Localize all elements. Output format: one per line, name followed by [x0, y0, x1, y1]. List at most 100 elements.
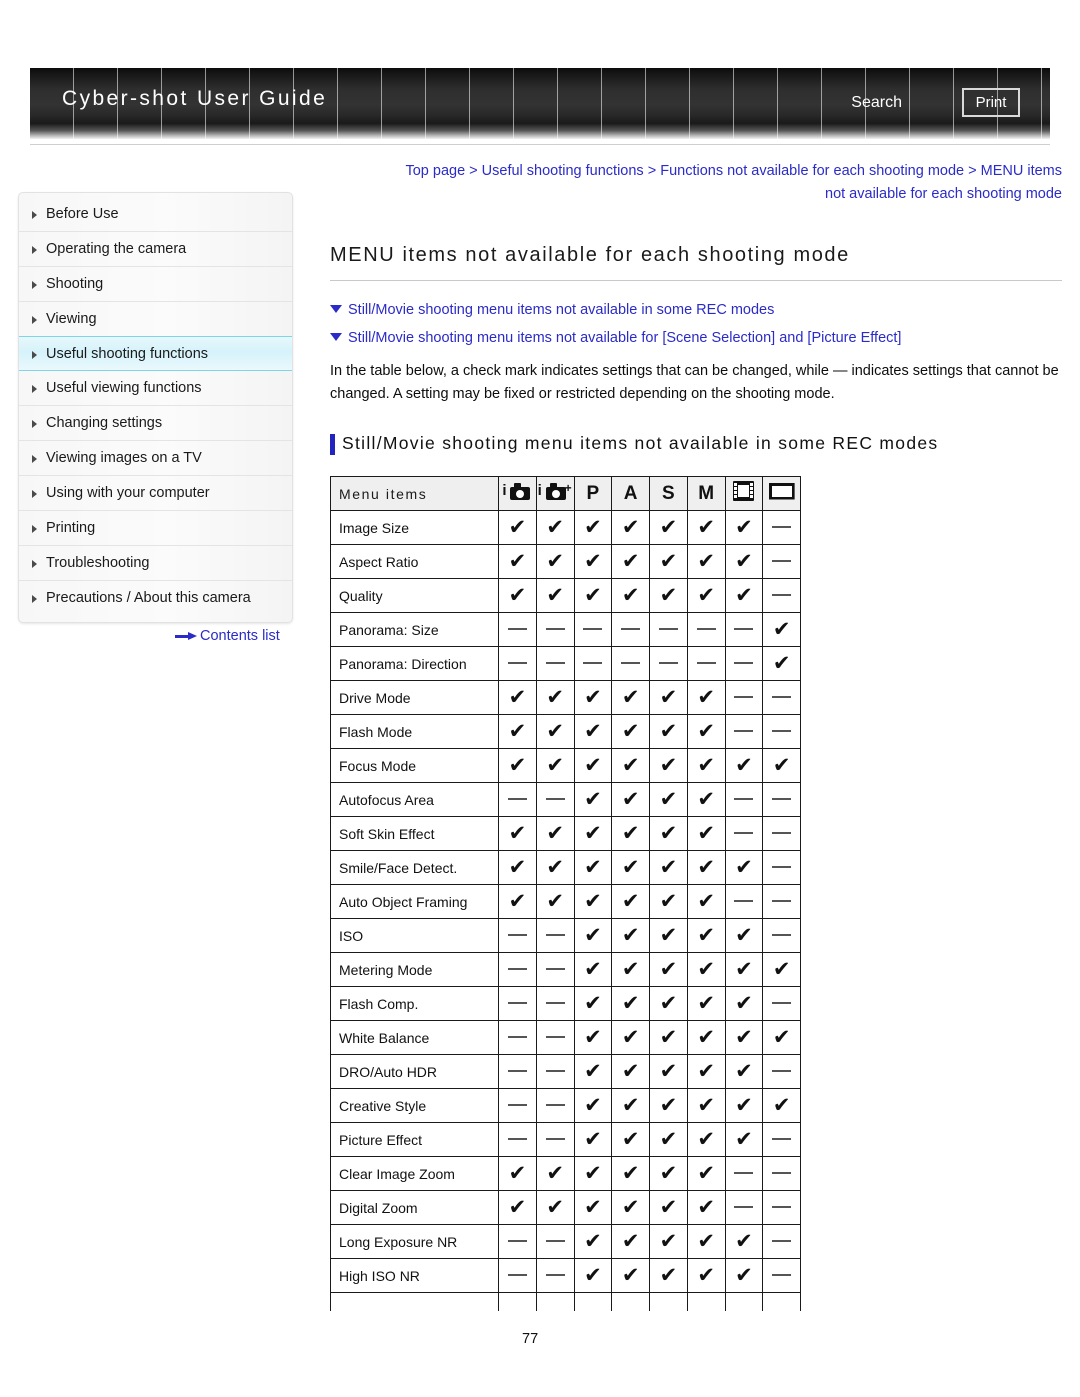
- sidebar-item-label: Useful shooting functions: [46, 346, 209, 362]
- contents-list-link[interactable]: Contents list: [175, 628, 280, 644]
- dash-icon: [507, 1274, 527, 1277]
- dash-icon: [772, 1002, 792, 1005]
- dash-icon: [507, 1104, 527, 1107]
- cell-available-check-icon: ✔: [724, 1122, 764, 1157]
- table-cell-clipped: [649, 1292, 688, 1311]
- sidebar-item-using-with-your-computer[interactable]: Using with your computer: [19, 476, 292, 511]
- sidebar-item-viewing[interactable]: Viewing: [19, 302, 292, 337]
- check-icon: ✔: [621, 752, 640, 777]
- table-row: Flash Comp. ✔ ✔ ✔ ✔ ✔: [330, 986, 801, 1021]
- sidebar-item-useful-shooting-functions[interactable]: Useful shooting functions: [19, 336, 292, 371]
- print-button[interactable]: Print: [962, 88, 1020, 117]
- cell-available-check-icon: ✔: [686, 714, 726, 749]
- cell-unavailable-dash-icon: [498, 1088, 537, 1123]
- sidebar-item-shooting[interactable]: Shooting: [19, 267, 292, 302]
- cell-available-check-icon: ✔: [649, 1088, 688, 1123]
- check-icon: ✔: [621, 1194, 640, 1219]
- cell-available-check-icon: ✔: [611, 680, 650, 715]
- dash-icon: [772, 1240, 792, 1243]
- cell-available-check-icon: ✔: [611, 986, 650, 1021]
- sidebar-item-troubleshooting[interactable]: Troubleshooting: [19, 546, 292, 581]
- check-icon: ✔: [697, 820, 715, 845]
- check-icon: ✔: [697, 1092, 715, 1117]
- jump-link-1[interactable]: Still/Movie shooting menu items not avai…: [330, 298, 1062, 322]
- page-root: Cyber-shot User Guide Search Print Befor…: [0, 0, 1080, 1397]
- cell-available-check-icon: ✔: [686, 1224, 726, 1259]
- check-icon: ✔: [659, 582, 678, 607]
- cell-available-check-icon: ✔: [535, 850, 575, 885]
- check-icon: ✔: [659, 752, 678, 777]
- sidebar-item-label: Shooting: [46, 276, 104, 292]
- check-icon: ✔: [772, 650, 791, 675]
- dash-icon: [507, 1070, 527, 1073]
- table-row: Quality ✔ ✔ ✔ ✔ ✔ ✔ ✔: [330, 578, 801, 613]
- dash-icon: [772, 696, 792, 699]
- dash-icon: [545, 1274, 565, 1277]
- dash-icon: [621, 628, 641, 631]
- cell-available-check-icon: ✔: [724, 1020, 764, 1055]
- check-icon: ✔: [508, 582, 527, 607]
- check-icon: ✔: [621, 718, 640, 743]
- cell-available-check-icon: ✔: [649, 884, 688, 919]
- dash-icon: [545, 1036, 565, 1039]
- sidebar-item-changing-settings[interactable]: Changing settings: [19, 406, 292, 441]
- column-header-manual-exposure: M: [686, 476, 726, 511]
- sidebar-item-precautions-about-this-camera[interactable]: Precautions / About this camera: [19, 581, 292, 616]
- cell-available-check-icon: ✔: [573, 918, 613, 953]
- aperture-priority-icon: A: [623, 483, 638, 504]
- cell-available-check-icon: ✔: [573, 1054, 613, 1089]
- check-icon: ✔: [659, 786, 678, 811]
- jump-link-2[interactable]: Still/Movie shooting menu items not avai…: [330, 326, 1062, 350]
- check-icon: ✔: [584, 1092, 602, 1117]
- cell-available-check-icon: ✔: [535, 578, 575, 613]
- sidebar-item-viewing-images-on-a-tv[interactable]: Viewing images on a TV: [19, 441, 292, 476]
- sidebar-item-printing[interactable]: Printing: [19, 511, 292, 546]
- row-label: Metering Mode: [330, 952, 499, 987]
- cell-unavailable-dash-icon: [573, 646, 613, 681]
- table-row: Focus Mode ✔ ✔ ✔ ✔ ✔ ✔ ✔ ✔: [330, 748, 801, 783]
- cell-available-check-icon: ✔: [573, 680, 613, 715]
- check-icon: ✔: [735, 1262, 753, 1287]
- sidebar-item-operating-the-camera[interactable]: Operating the camera: [19, 232, 292, 267]
- check-icon: ✔: [772, 956, 791, 981]
- row-label: Panorama: Direction: [330, 646, 499, 681]
- cell-available-check-icon: ✔: [573, 884, 613, 919]
- cell-available-check-icon: ✔: [649, 1156, 688, 1191]
- sidebar-item-before-use[interactable]: Before Use: [19, 197, 292, 232]
- cell-available-check-icon: ✔: [686, 1020, 726, 1055]
- check-icon: ✔: [735, 582, 753, 607]
- cell-unavailable-dash-icon: [762, 1054, 801, 1089]
- check-icon: ✔: [659, 1126, 678, 1151]
- check-icon: ✔: [659, 888, 678, 913]
- sidebar-item-useful-viewing-functions[interactable]: Useful viewing functions: [19, 371, 292, 406]
- cell-available-check-icon: ✔: [762, 952, 801, 987]
- check-icon: ✔: [772, 616, 791, 641]
- cell-available-check-icon: ✔: [686, 544, 726, 579]
- sidebar-item-label: Operating the camera: [46, 241, 187, 257]
- triangle-right-icon: [32, 351, 37, 359]
- cell-unavailable-dash-icon: [686, 612, 726, 647]
- breadcrumb-line-2[interactable]: not available for each shooting mode: [330, 183, 1062, 206]
- check-icon: ✔: [621, 514, 640, 539]
- sidebar-item-label: Printing: [46, 520, 96, 536]
- cell-unavailable-dash-icon: [498, 782, 537, 817]
- cell-available-check-icon: ✔: [498, 680, 537, 715]
- cell-unavailable-dash-icon: [762, 1156, 801, 1191]
- check-icon: ✔: [659, 684, 678, 709]
- cell-available-check-icon: ✔: [535, 1156, 575, 1191]
- row-label: Soft Skin Effect: [330, 816, 499, 851]
- check-icon: ✔: [621, 1058, 640, 1083]
- cell-unavailable-dash-icon: [724, 884, 764, 919]
- cell-unavailable-dash-icon: [762, 544, 801, 579]
- search-button[interactable]: Search: [851, 94, 902, 112]
- cell-unavailable-dash-icon: [535, 952, 575, 987]
- table-row: ISO ✔ ✔ ✔ ✔ ✔: [330, 918, 801, 953]
- breadcrumb-line-1[interactable]: Top page > Useful shooting functions > F…: [330, 160, 1062, 183]
- cell-available-check-icon: ✔: [535, 680, 575, 715]
- row-label: Creative Style: [330, 1088, 499, 1123]
- breadcrumb[interactable]: Top page > Useful shooting functions > F…: [330, 160, 1062, 206]
- cell-unavailable-dash-icon: [762, 1122, 801, 1157]
- dash-icon: [545, 1138, 565, 1141]
- check-icon: ✔: [735, 514, 753, 539]
- cell-available-check-icon: ✔: [611, 952, 650, 987]
